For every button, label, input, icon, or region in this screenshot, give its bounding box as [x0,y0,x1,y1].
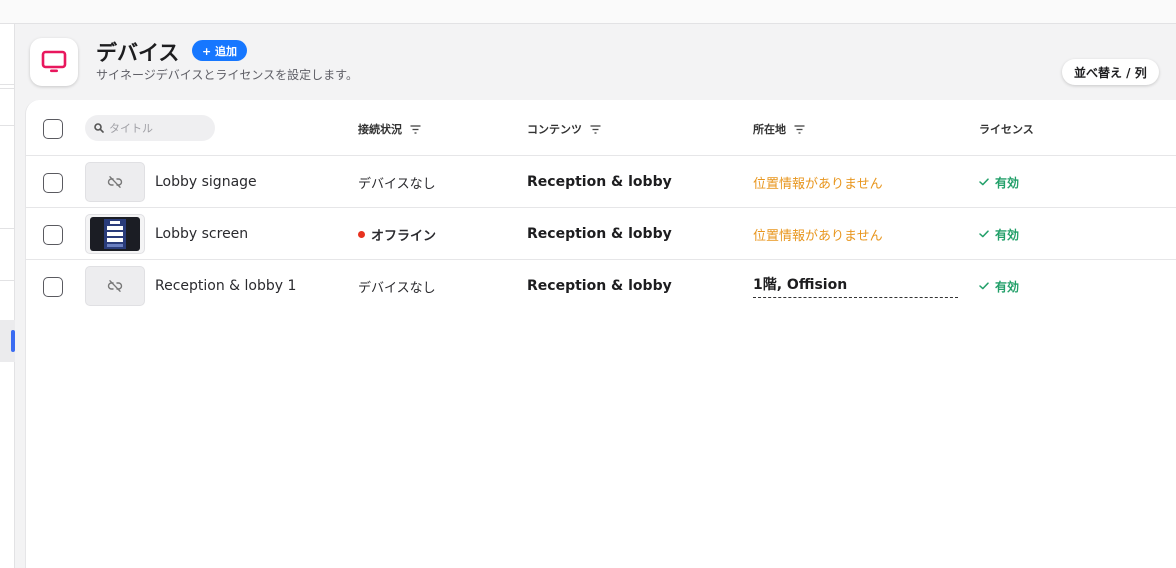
sidebar-divider [0,125,15,126]
table-row[interactable]: Reception & lobby 1 デバイスなし Reception & l… [26,260,1176,312]
column-header-status[interactable]: 接続状況 [358,121,421,137]
search-icon [94,123,104,133]
unlink-icon [107,280,123,292]
device-location[interactable]: 位置情報がありません [753,156,883,208]
device-content[interactable]: Reception & lobby [527,208,672,260]
page-header: デバイス + 追加 サイネージデバイスとライセンスを設定します。 並べ替え / … [15,24,1176,100]
device-thumbnail [85,266,145,306]
check-icon [979,230,989,238]
column-label: 接続状況 [358,123,402,136]
license-label: 有効 [995,227,1020,242]
device-location[interactable]: 1階, Offision [753,260,958,312]
check-icon [979,282,989,290]
column-label: 所在地 [753,123,786,136]
select-all-checkbox[interactable] [43,119,63,139]
unlink-icon [107,176,123,188]
device-license: 有効 [979,208,1019,260]
top-bar [0,0,1176,24]
column-label: コンテンツ [527,123,582,136]
license-label: 有効 [995,279,1020,294]
device-name[interactable]: Lobby signage [155,156,257,208]
check-icon [979,178,989,186]
page-title: デバイス [96,41,180,65]
table-row[interactable]: Lobby screen オフライン Reception & lobby 位置情… [26,208,1176,260]
offline-indicator [358,230,365,238]
device-content[interactable]: Reception & lobby [527,260,672,312]
sidebar-divider [0,88,15,89]
device-license: 有効 [979,260,1019,312]
device-status: デバイスなし [358,176,436,192]
add-device-button[interactable]: + 追加 [192,40,248,61]
license-label: 有効 [995,175,1020,190]
screen-preview-image [90,217,140,251]
column-header-content[interactable]: コンテンツ [527,121,601,137]
device-license: 有効 [979,156,1019,208]
device-thumbnail [85,162,145,202]
sort-columns-button[interactable]: 並べ替え / 列 [1062,59,1159,85]
status-label: オフライン [371,228,437,244]
row-checkbox[interactable] [43,225,63,245]
filter-icon[interactable] [410,124,421,134]
table-header: 接続状況 コンテンツ 所在地 ライセンス [26,100,1176,156]
device-name[interactable]: Lobby screen [155,208,248,260]
page-subtitle: サイネージデバイスとライセンスを設定します。 [96,68,358,82]
sidebar-divider [0,84,15,85]
table-row[interactable]: Lobby signage デバイスなし Reception & lobby 位… [26,156,1176,208]
row-checkbox[interactable] [43,277,63,297]
device-content[interactable]: Reception & lobby [527,156,672,208]
search-field[interactable] [85,115,215,141]
location-value[interactable]: 1階, Offision [753,274,958,298]
device-name[interactable]: Reception & lobby 1 [155,260,296,312]
device-status: デバイスなし [358,280,436,296]
monitor-icon [30,38,78,86]
filter-icon[interactable] [590,124,601,134]
device-thumbnail [85,214,145,254]
column-header-location[interactable]: 所在地 [753,121,805,137]
devices-table: 接続状況 コンテンツ 所在地 ライセンス [25,100,1176,568]
filter-icon[interactable] [794,124,805,134]
column-label: ライセンス [979,123,1034,136]
sidebar-selection-indicator [11,330,15,352]
left-sidebar [0,24,15,568]
device-status: オフライン [358,208,436,260]
sidebar-divider [0,228,15,229]
sidebar-divider [0,280,15,281]
search-input[interactable] [109,121,204,135]
column-header-license[interactable]: ライセンス [979,121,1034,137]
device-location[interactable]: 位置情報がありません [753,208,883,260]
row-checkbox[interactable] [43,173,63,193]
